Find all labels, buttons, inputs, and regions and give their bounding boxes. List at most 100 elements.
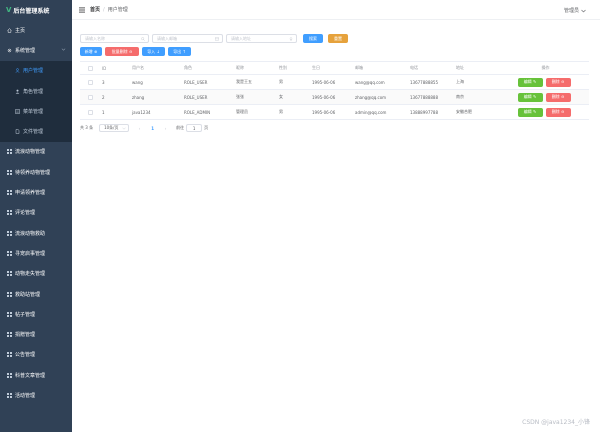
sidebar-item[interactable]: 活动管理 [0, 385, 72, 405]
sidebar-item[interactable]: 角色管理 [0, 80, 72, 102]
user-table: ID 用户名 角色 昵称 性别 生日 邮箱 电话 地址 操作 3 wang ROLE_USER 我是王五男… [80, 61, 589, 120]
sidebar-item-label: 救助站管理 [15, 291, 41, 298]
cell-address: 上海 [456, 79, 464, 84]
sidebar-item-label: 文件管理 [23, 129, 44, 136]
user-icon [15, 68, 20, 74]
cell-actions: 编辑 ✎ 删除 ⊖ [502, 77, 589, 87]
column-header: ID [102, 65, 107, 71]
sidebar-item[interactable]: 寻宠启事管理 [0, 243, 72, 263]
search-button[interactable]: 搜索 [303, 34, 323, 43]
cell-nickname: 我是王五 [236, 79, 252, 84]
hamburger-icon[interactable] [79, 7, 85, 13]
next-page-button[interactable]: › [161, 126, 170, 131]
page-number-current[interactable]: 1 [148, 126, 157, 131]
sidebar-item[interactable]: 捐赠管理 [0, 324, 72, 344]
sidebar-item[interactable]: 帖子管理 [0, 304, 72, 324]
name-search-input[interactable]: 请输入名称 [80, 34, 149, 43]
grid-icon [7, 190, 12, 196]
row-checkbox[interactable] [80, 94, 100, 100]
cell-username: zhang [132, 94, 145, 100]
edit-button[interactable]: 编辑 ✎ [517, 107, 543, 117]
sidebar-item-label: 待领养动物管理 [15, 169, 51, 176]
sidebar-item-label: 用户管理 [23, 68, 44, 75]
breadcrumb: 首页 / 用户管理 [90, 6, 128, 14]
row-checkbox[interactable] [80, 109, 100, 115]
sidebar-item[interactable]: 流浪动物救助 [0, 223, 72, 243]
user-name: 管理员 [563, 8, 579, 14]
cell-id: 1 [102, 109, 105, 115]
app-logo[interactable]: V 后台管理系统 [0, 0, 72, 20]
prev-page-button[interactable]: ‹ [135, 126, 144, 131]
goto-page-input[interactable]: 1 [186, 124, 203, 132]
grid-icon [7, 372, 12, 378]
cell-phone: 13677888888 [410, 94, 438, 100]
table-row: 1 java1234 ROLE_ADMIN 管理员 男 1995-06-06 admin@q… [80, 105, 589, 120]
sidebar-item[interactable]: 申请领养管理 [0, 182, 72, 202]
edit-button[interactable]: 编辑 ✎ [517, 92, 543, 102]
user-dropdown[interactable]: 管理员 [564, 7, 586, 14]
sidebar-item[interactable]: 待领养动物管理 [0, 162, 72, 182]
column-header: 邮箱 [355, 65, 363, 70]
cell-id: 2 [102, 94, 105, 100]
address-search-input[interactable]: 请输入地址 [226, 34, 297, 43]
sidebar-item-label: 活动管理 [15, 392, 36, 399]
cell-email: admin@qq.com [355, 109, 387, 115]
pagination: 共 3 条 10条/页 ‹ 1 › 前往 1 页 [80, 124, 208, 132]
grid-icon [7, 149, 12, 155]
batch-delete-button[interactable]: 批量删除 ⊖ [105, 47, 139, 56]
cell-role: ROLE_USER [184, 94, 208, 100]
breadcrumb-home[interactable]: 首页 [90, 6, 100, 13]
grid-icon [7, 271, 12, 277]
grid-icon [7, 169, 12, 175]
sidebar-item[interactable]: 评论管理 [0, 203, 72, 223]
sidebar-item[interactable]: 用户管理 [0, 60, 72, 81]
page-size-select[interactable]: 10条/页 [99, 124, 130, 132]
import-button[interactable]: 导入 ↓ [142, 47, 165, 56]
goto-suffix: 页 [204, 125, 209, 130]
chevron-down-icon [61, 48, 66, 51]
chevron-down-icon [581, 9, 586, 12]
cell-sex: 男 [279, 79, 283, 84]
sidebar-item[interactable]: 主页 [0, 20, 72, 40]
grid-icon [7, 332, 12, 338]
delete-button[interactable]: 删除 ⊖ [545, 77, 571, 87]
row-checkbox[interactable] [80, 79, 100, 85]
cell-role: ROLE_ADMIN [184, 109, 211, 115]
cell-address: 南京 [456, 94, 464, 99]
cell-actions: 编辑 ✎ 删除 ⊖ [502, 92, 589, 102]
menu-icon [15, 109, 20, 114]
email-search-input[interactable]: 请输入邮箱 [152, 34, 223, 43]
cell-email: wang@qq.com [355, 79, 385, 85]
sidebar-item[interactable]: 文件管理 [0, 121, 72, 142]
location-icon [289, 37, 293, 41]
goto-prefix: 前往 [176, 125, 185, 130]
sidebar-item-label: 系统管理 [15, 47, 36, 54]
sidebar-item[interactable]: 科普文章管理 [0, 365, 72, 385]
select-all-checkbox[interactable] [80, 65, 100, 71]
sidebar-item[interactable]: 菜单管理 [0, 101, 72, 122]
cell-birthday: 1995-06-06 [312, 79, 336, 85]
sidebar-item[interactable]: 流浪动物管理 [0, 142, 72, 162]
cell-address: 安徽合肥 [456, 109, 472, 114]
sidebar-item[interactable]: 救助站管理 [0, 284, 72, 304]
cell-nickname: 管理员 [236, 109, 248, 114]
export-button[interactable]: 导出 ↑ [168, 47, 191, 56]
sidebar-menu: 主页系统管理用户管理角色管理 菜单管理文件管理流浪动物管理待领养动物管理申请领养管… [0, 20, 72, 406]
column-header: 电话 [410, 65, 418, 70]
sidebar-item[interactable]: 动物走失管理 [0, 264, 72, 284]
column-header: 地址 [456, 65, 464, 70]
sidebar-item[interactable]: 系统管理 [0, 40, 72, 60]
role-icon [15, 89, 20, 94]
sidebar-item-label: 主页 [15, 27, 26, 34]
search-bar: 请输入名称 请输入邮箱 请输入地址 搜索 重置 [80, 34, 353, 43]
sidebar-item-label: 寻宠启事管理 [15, 250, 46, 257]
sidebar-item[interactable]: 公告管理 [0, 345, 72, 365]
sidebar-item-label: 捐赠管理 [15, 332, 36, 339]
delete-button[interactable]: 删除 ⊖ [545, 92, 571, 102]
sidebar-item-label: 流浪动物救助 [15, 230, 46, 237]
edit-button[interactable]: 编辑 ✎ [517, 77, 543, 87]
delete-button[interactable]: 删除 ⊖ [545, 107, 571, 117]
reset-button[interactable]: 重置 [328, 34, 348, 43]
add-button[interactable]: 新增 ⊕ [80, 47, 102, 56]
cell-birthday: 1995-06-06 [312, 94, 336, 100]
